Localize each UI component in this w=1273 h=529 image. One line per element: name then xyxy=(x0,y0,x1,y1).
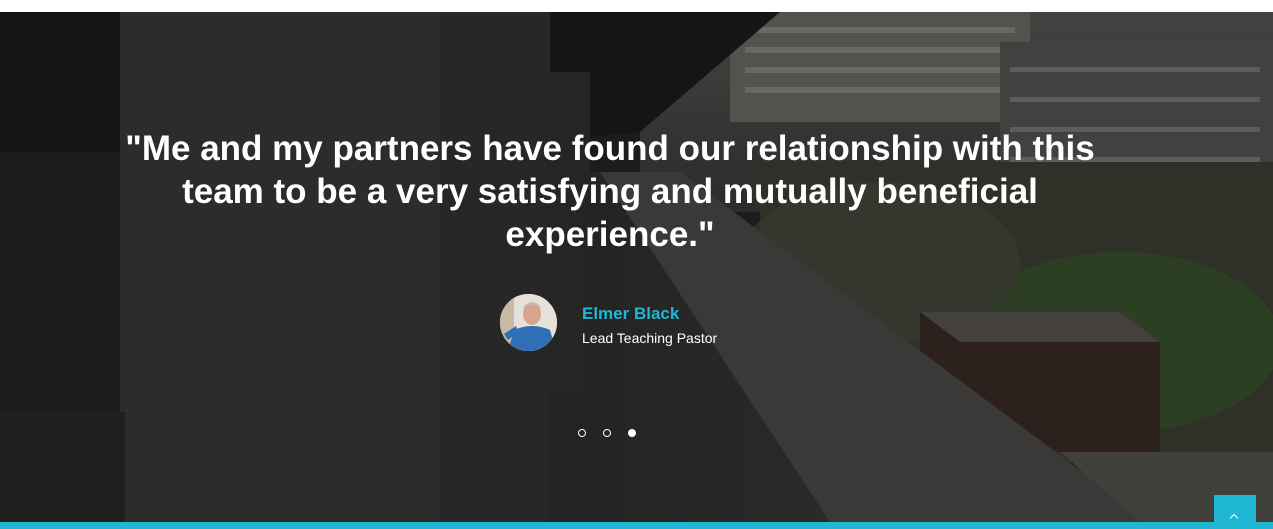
testimonial-author: Elmer Black Lead Teaching Pastor xyxy=(500,294,800,352)
chevron-up-icon xyxy=(1229,513,1239,523)
testimonial-section: "Me and my partners have found our relat… xyxy=(0,12,1273,522)
testimonial-quote: "Me and my partners have found our relat… xyxy=(125,129,1095,254)
carousel-dot-2[interactable] xyxy=(603,429,611,437)
footer-accent-bar xyxy=(0,522,1273,529)
author-photo xyxy=(500,294,557,351)
carousel-dot-1[interactable] xyxy=(578,429,586,437)
author-name: Elmer Black xyxy=(582,304,680,323)
dark-overlay xyxy=(0,12,1273,522)
scroll-to-top-button[interactable] xyxy=(1214,495,1256,529)
author-role: Lead Teaching Pastor xyxy=(582,330,718,346)
author-avatar xyxy=(500,294,557,351)
page: "Me and my partners have found our relat… xyxy=(0,0,1273,529)
carousel-dot-3[interactable] xyxy=(628,429,636,437)
